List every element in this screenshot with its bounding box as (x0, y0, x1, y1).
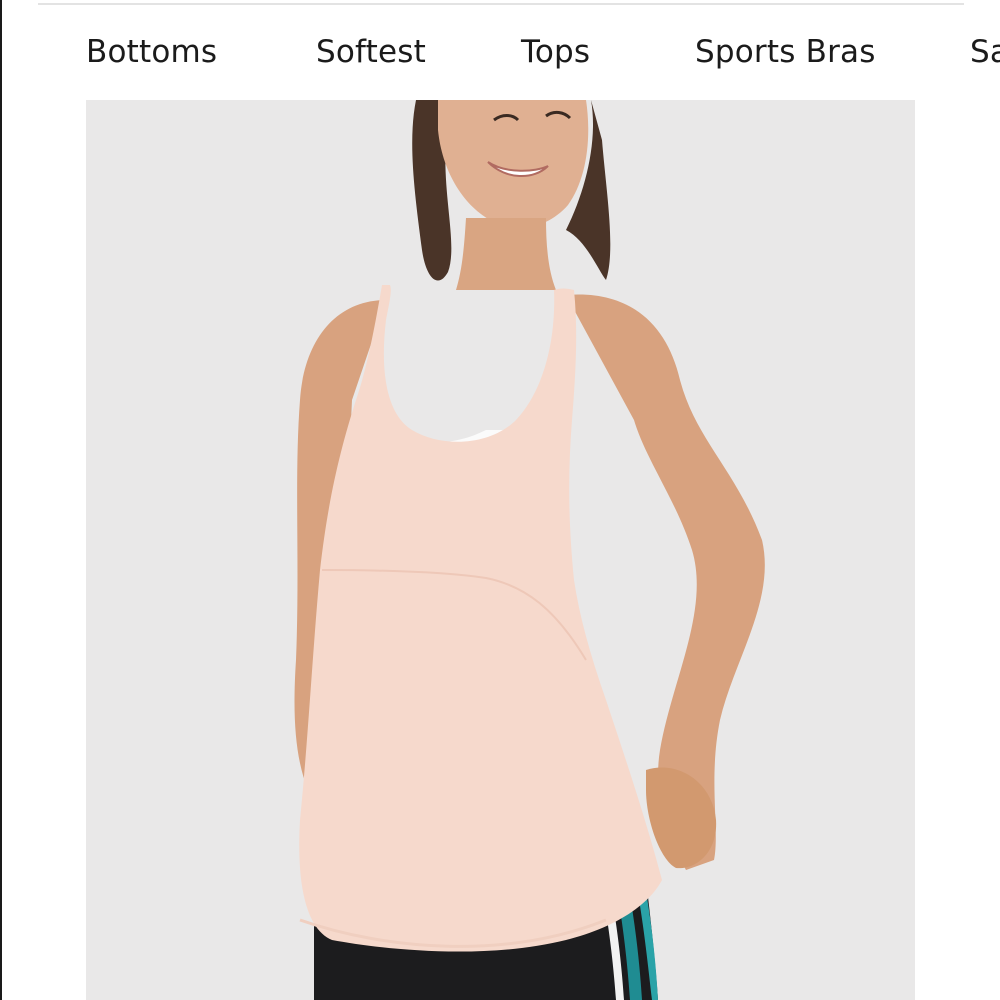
nav-item-sports-bras[interactable]: Sports Bras (695, 32, 876, 72)
neck (456, 218, 556, 290)
top-divider (38, 3, 964, 5)
page: Bottoms Softest Tops Sports Bras Sa (0, 0, 1000, 1000)
nav-item-tops[interactable]: Tops (521, 32, 590, 72)
nav-item-softest[interactable]: Softest (316, 32, 426, 72)
category-nav: Bottoms Softest Tops Sports Bras Sa (0, 22, 1000, 82)
product-photo-illustration (86, 100, 915, 1000)
window-edge (0, 0, 2, 1000)
product-image[interactable] (86, 100, 915, 1000)
nav-item-bottoms[interactable]: Bottoms (86, 32, 217, 72)
nav-item-sale[interactable]: Sa (970, 32, 1000, 72)
